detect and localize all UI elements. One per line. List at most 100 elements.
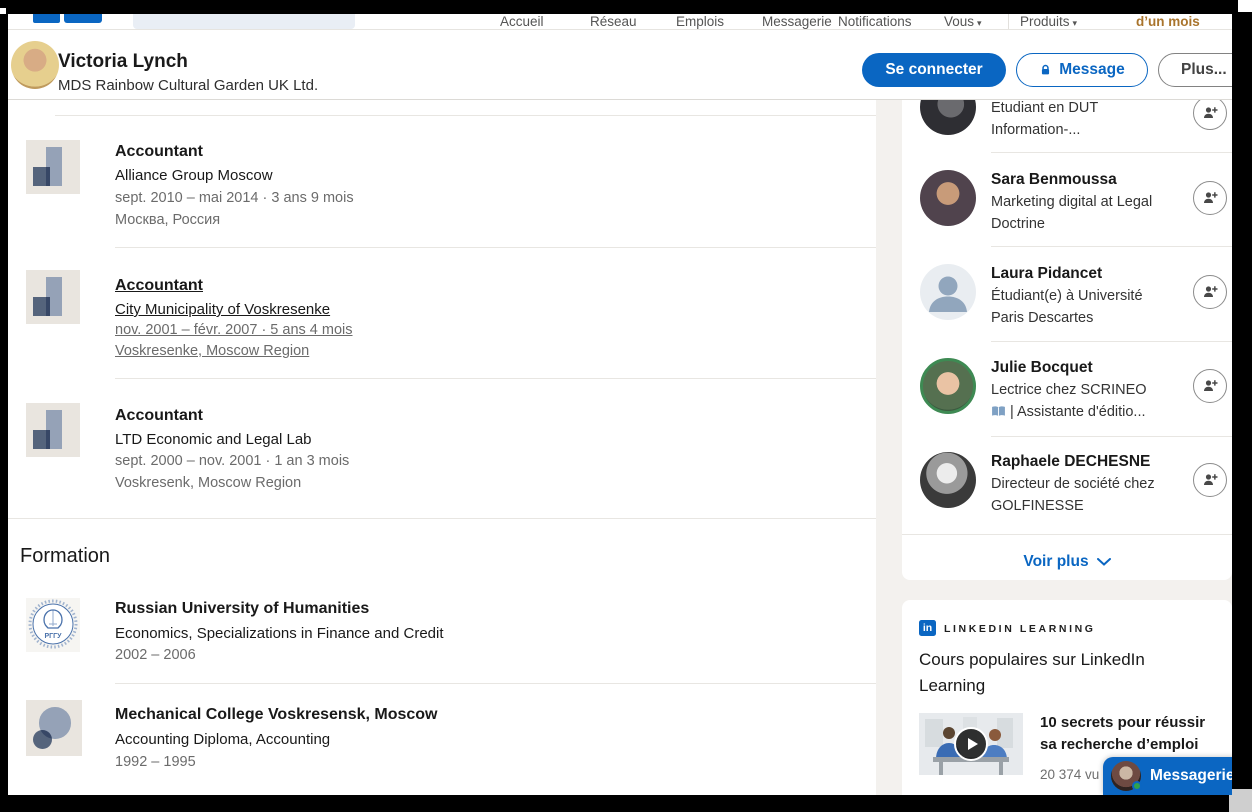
nav-item-accueil[interactable]: Accueil (500, 14, 544, 29)
play-button[interactable] (954, 727, 988, 761)
connect-button-label: Se connecter (885, 61, 982, 79)
person-name[interactable]: Raphaele DECHESNE (991, 453, 1150, 471)
school-name[interactable]: Mechanical College Voskresensk, Moscow (115, 706, 438, 724)
linkedin-learning-brand: LINKEDIN LEARNING (944, 623, 1096, 635)
profile-avatar[interactable] (11, 41, 59, 89)
experience-dates: sept. 2000 – nov. 2001 · 1 an 3 mois (115, 453, 349, 469)
divider (115, 378, 876, 379)
person-headline: GOLFINESSE (991, 498, 1084, 514)
divider (991, 341, 1232, 342)
person-add-icon (1202, 472, 1218, 488)
experience-company[interactable]: City Municipality of Voskresenke (115, 301, 330, 318)
divider (115, 683, 876, 684)
nav-item-produits[interactable]: Produits▾ (1020, 14, 1077, 30)
add-person-button[interactable] (1193, 369, 1227, 403)
person-name[interactable]: Laura Pidancet (991, 265, 1102, 283)
nav-item-reseau[interactable]: Réseau (590, 14, 637, 29)
linkedin-logo-icon[interactable] (64, 14, 102, 23)
school-logo-icon[interactable]: РГГУ (26, 598, 80, 652)
education-section-heading: Formation (20, 545, 110, 568)
add-person-button[interactable] (1193, 463, 1227, 497)
experience-dates: nov. 2001 – févr. 2007 · 5 ans 4 mois (115, 322, 353, 338)
person-avatar[interactable] (920, 452, 976, 508)
person-headline: | Assistante d'éditio... (991, 404, 1146, 421)
desktop-artifact (0, 8, 6, 14)
degree: Economics, Specializations in Finance an… (115, 625, 444, 642)
see-more-button[interactable]: Voir plus (902, 544, 1232, 580)
nav-item-label: Messagerie (762, 14, 832, 29)
education-years: 1992 – 1995 (115, 754, 196, 770)
person-headline: Doctrine (991, 216, 1045, 232)
experience-title[interactable]: Accountant (115, 143, 203, 161)
desktop-artifact (1229, 789, 1252, 812)
person-add-icon (1202, 190, 1218, 206)
company-logo-icon[interactable] (26, 270, 80, 324)
experience-location: Voskresenk, Moscow Region (115, 475, 301, 491)
section-divider (8, 518, 876, 519)
company-logo-icon[interactable] (26, 403, 80, 457)
person-avatar[interactable] (920, 264, 976, 320)
linkedin-logo-icon[interactable] (33, 14, 60, 23)
course-title[interactable]: 10 secrets pour réussir (1040, 714, 1205, 731)
browser-window: Accueil Réseau Emplois Messagerie Notifi… (8, 14, 1232, 795)
experience-company[interactable]: LTD Economic and Legal Lab (115, 431, 312, 448)
person-name[interactable]: Julie Bocquet (991, 359, 1093, 377)
linkedin-learning-logo-icon: in (919, 620, 936, 636)
premium-offer-link[interactable]: d’un mois (1136, 14, 1200, 29)
person-add-icon (1202, 105, 1218, 121)
course-thumbnail[interactable] (919, 713, 1023, 775)
nav-item-messagerie[interactable]: Messagerie (762, 14, 832, 29)
person-headline: Directeur de société chez (991, 476, 1155, 492)
nav-item-label: Accueil (500, 14, 544, 29)
person-headline: Étudiant(e) à Université (991, 288, 1143, 304)
school-name[interactable]: Russian University of Humanities (115, 600, 369, 618)
chevron-down-icon: ▾ (1073, 18, 1078, 28)
chevron-down-icon (1097, 558, 1111, 566)
course-title[interactable]: sa recherche d’emploi (1040, 736, 1198, 753)
nav-item-vous[interactable]: Vous▾ (944, 14, 982, 30)
person-avatar[interactable] (920, 100, 976, 135)
online-status-dot (1132, 781, 1142, 791)
school-logo-icon[interactable] (26, 700, 82, 756)
person-headline-text: | Assistante d'éditio... (1010, 404, 1146, 420)
top-nav: Accueil Réseau Emplois Messagerie Notifi… (8, 14, 1232, 30)
add-person-button[interactable] (1193, 275, 1227, 309)
book-icon (991, 405, 1006, 421)
experience-location: Voskresenke, Moscow Region (115, 343, 309, 359)
default-avatar-icon (920, 264, 976, 320)
profile-headline: MDS Rainbow Cultural Garden UK Ltd. (58, 77, 318, 94)
more-button[interactable]: Plus... (1158, 53, 1232, 87)
add-person-button[interactable] (1193, 181, 1227, 215)
divider (55, 115, 876, 116)
message-button[interactable]: Message (1016, 53, 1148, 87)
experience-location: Москва, Россия (115, 212, 220, 228)
divider (902, 534, 1232, 535)
person-avatar[interactable] (920, 170, 976, 226)
person-name[interactable]: Sara Benmoussa (991, 171, 1117, 189)
person-headline: Paris Descartes (991, 310, 1093, 326)
company-logo-icon[interactable] (26, 140, 80, 194)
experience-company[interactable]: Alliance Group Moscow (115, 167, 273, 184)
experience-title[interactable]: Accountant (115, 277, 203, 295)
divider (991, 152, 1232, 153)
nav-item-label: Notifications (838, 14, 912, 29)
nav-item-emplois[interactable]: Emplois (676, 14, 724, 29)
nav-item-notifications[interactable]: Notifications (838, 14, 912, 29)
person-headline: Information-... (991, 122, 1080, 138)
person-add-icon (1202, 378, 1218, 394)
connect-button[interactable]: Se connecter (862, 53, 1006, 87)
messaging-label: Messagerie (1150, 767, 1232, 785)
experience-title[interactable]: Accountant (115, 407, 203, 425)
person-headline: Etudiant en DUT (991, 100, 1098, 116)
person-avatar-open-to-work[interactable] (920, 358, 976, 414)
messaging-dock[interactable]: Messagerie (1103, 757, 1232, 795)
add-person-button[interactable] (1193, 100, 1227, 130)
svg-text:РГГУ: РГГУ (45, 633, 63, 640)
search-input[interactable] (133, 14, 355, 29)
learning-heading: Cours populaires sur LinkedIn (919, 650, 1145, 670)
divider (115, 247, 876, 248)
person-headline: Marketing digital at Legal (991, 194, 1152, 210)
nav-divider (1008, 14, 1009, 30)
nav-item-label: Emplois (676, 14, 724, 29)
education-years: 2002 – 2006 (115, 647, 196, 663)
